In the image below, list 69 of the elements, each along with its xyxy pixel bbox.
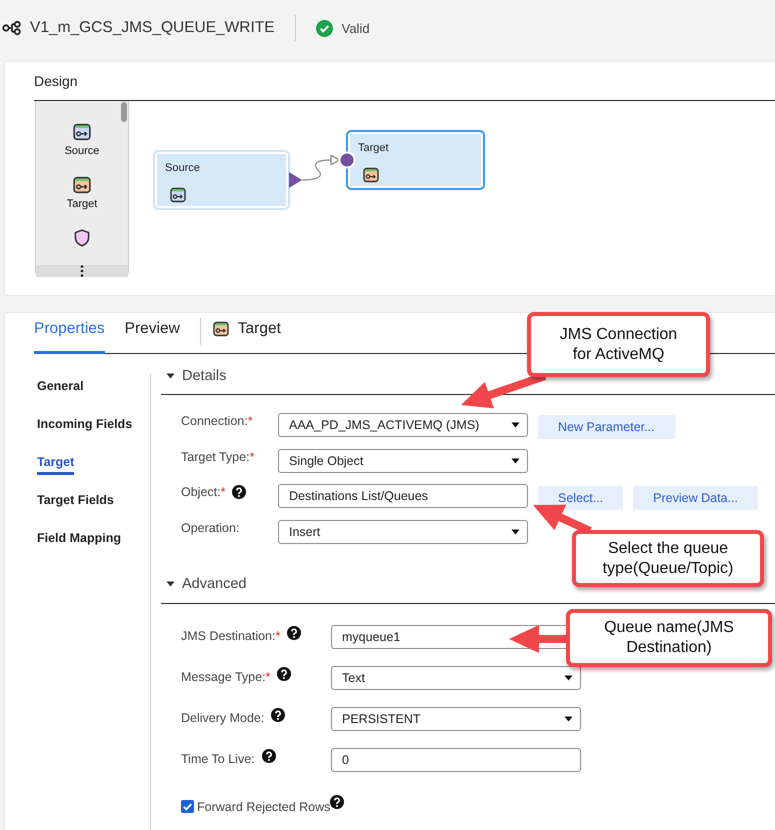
callout: JMS Connection for ActiveMQ	[527, 312, 710, 377]
caret-down-icon[interactable]	[166, 372, 175, 378]
mapping-title: V1_m_GCS_JMS_QUEUE_WRITE	[30, 19, 275, 37]
node-label: Target	[358, 141, 389, 155]
node-label: Source	[165, 161, 200, 175]
check-circle-icon	[316, 20, 333, 36]
field-label: Delivery Mode:	[181, 710, 264, 726]
nav-item[interactable]: Field Mapping	[37, 527, 122, 551]
nav-item[interactable]: Target Fields	[37, 489, 114, 513]
field-label: Operation:	[181, 520, 240, 536]
dropdown[interactable]: Insert	[278, 520, 528, 544]
caret-down-icon	[511, 528, 520, 534]
source-icon	[170, 187, 186, 203]
scrollbar[interactable]	[121, 102, 127, 122]
help-icon[interactable]	[271, 708, 286, 722]
target-icon	[363, 167, 379, 183]
help-icon[interactable]	[330, 794, 344, 808]
target-icon	[212, 320, 229, 336]
nav-item[interactable]: Incoming Fields	[37, 413, 132, 437]
callout: Queue name(JMS Destination)	[566, 609, 772, 667]
help-icon[interactable]	[287, 626, 302, 640]
canvas-node[interactable]: Target	[346, 130, 485, 190]
status-label: Valid	[342, 20, 370, 36]
checkbox[interactable]	[181, 800, 194, 813]
action-button[interactable]: Select...	[538, 486, 624, 510]
dropdown[interactable]: Single Object	[278, 448, 528, 472]
shield-icon	[73, 229, 91, 247]
field-label: Message Type:*	[181, 670, 270, 684]
action-button[interactable]: Preview Data...	[633, 486, 758, 510]
palette-item[interactable]	[73, 229, 91, 247]
object-title: Target	[238, 320, 281, 338]
caret-down-icon[interactable]	[166, 581, 175, 587]
checkbox-label[interactable]: Forward Rejected Rows	[197, 800, 330, 814]
help-icon[interactable]	[277, 666, 292, 680]
help-icon[interactable]	[232, 485, 246, 499]
field-label: Target Type:*	[181, 450, 254, 464]
dropdown[interactable]: AAA_PD_JMS_ACTIVEMQ (JMS)	[278, 413, 528, 437]
input-port-icon[interactable]	[338, 152, 356, 168]
tab[interactable]: Preview	[124, 313, 180, 354]
field-label: Connection:*	[181, 414, 253, 429]
canvas-node[interactable]: Source	[153, 150, 290, 210]
section-title[interactable]: Advanced	[182, 576, 246, 592]
palette-item[interactable]: Source	[64, 123, 100, 158]
field-label: Object:*	[181, 485, 226, 500]
caret-down-icon	[564, 674, 573, 680]
palette-item[interactable]: Target	[66, 176, 98, 211]
text-field[interactable]: Destinations List/Queues	[278, 484, 528, 508]
dropdown[interactable]: PERSISTENT	[331, 706, 581, 730]
action-button[interactable]: New Parameter...	[538, 415, 675, 439]
caret-down-icon	[564, 716, 573, 722]
connector-arrow	[302, 154, 341, 181]
section-title[interactable]: Details	[182, 368, 226, 384]
help-icon[interactable]	[262, 748, 276, 762]
dropdown[interactable]: Text	[331, 666, 581, 690]
nav-item[interactable]: General	[37, 375, 84, 399]
nodes-icon	[2, 20, 22, 36]
nav-item[interactable]: Target	[37, 451, 74, 475]
caret-down-icon	[511, 458, 520, 464]
text-field[interactable]: 0	[331, 748, 581, 772]
tab[interactable]: Properties	[34, 313, 105, 354]
field-label: Time To Live:	[181, 752, 255, 766]
callout-arrow	[509, 625, 567, 653]
target-icon	[72, 176, 91, 194]
caret-down-icon	[511, 422, 520, 428]
source-icon	[72, 123, 91, 141]
panel-title: Design	[34, 73, 78, 89]
callout: Select the queue type(Queue/Topic)	[572, 530, 764, 587]
field-label: JMS Destination:*	[181, 628, 280, 644]
more-icon	[80, 265, 84, 277]
